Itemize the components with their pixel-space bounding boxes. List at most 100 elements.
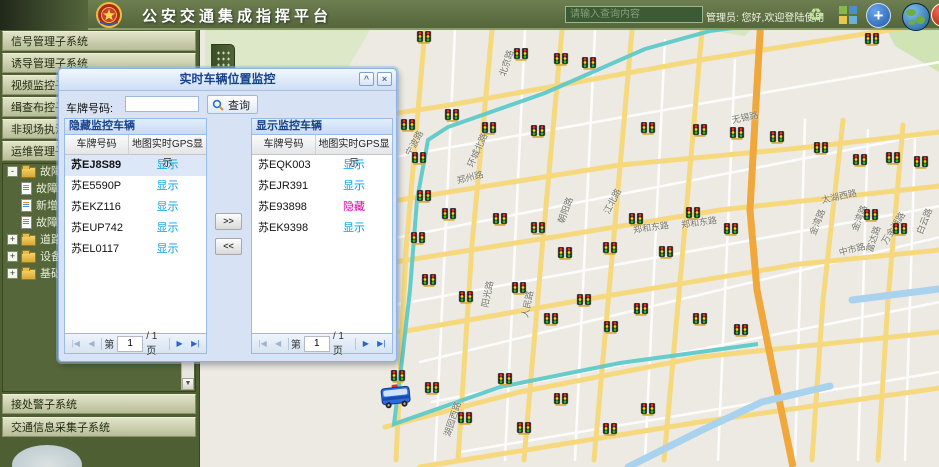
traffic-signal-icon[interactable] <box>511 282 527 300</box>
page-number-input[interactable] <box>117 336 143 352</box>
traffic-signal-icon[interactable] <box>640 122 656 140</box>
table-row[interactable]: 苏E5590P 显示 <box>65 176 206 197</box>
traffic-signal-icon[interactable] <box>685 207 701 225</box>
traffic-signal-icon[interactable] <box>628 213 644 231</box>
traffic-signal-icon[interactable] <box>813 142 829 160</box>
gps-show-link[interactable]: 显示 <box>129 239 206 260</box>
traffic-signal-icon[interactable] <box>733 324 749 342</box>
traffic-signal-icon[interactable] <box>892 223 908 241</box>
traffic-signal-icon[interactable] <box>411 152 427 170</box>
table-row[interactable]: 苏EL0117 显示 <box>65 239 206 260</box>
dialog-collapse-button[interactable]: ^ <box>359 72 374 86</box>
globe-map-icon[interactable] <box>902 3 930 31</box>
traffic-signal-icon[interactable] <box>513 48 529 66</box>
page-prev-icon[interactable]: ◀ <box>84 339 100 348</box>
move-left-button[interactable]: << <box>215 238 242 255</box>
page-last-icon[interactable]: ▶| <box>187 339 203 348</box>
edit-page-icon <box>21 182 32 195</box>
gps-show-link[interactable]: 显示 <box>129 218 206 239</box>
traffic-signal-icon[interactable] <box>481 122 497 140</box>
gps-hide-link[interactable]: 隐藏 <box>316 197 392 218</box>
page-last-icon[interactable]: ▶| <box>374 339 389 348</box>
dialog-close-button[interactable]: × <box>377 72 392 86</box>
traffic-signal-icon[interactable] <box>729 127 745 145</box>
traffic-signal-icon[interactable] <box>416 31 432 49</box>
sidebar-item-signal[interactable]: 信号管理子系统 <box>2 31 196 51</box>
shown-panel-title: 显示监控车辆 <box>252 119 392 135</box>
vehicle-monitor-dialog: 实时车辆位置监控 ^ × 车牌号码: 查询 隐藏监控车辆 车牌号码 地图实时GP… <box>58 68 397 362</box>
gps-show-link[interactable]: 显示 <box>129 197 206 218</box>
traffic-signal-icon[interactable] <box>769 131 785 149</box>
traffic-signal-icon[interactable] <box>692 313 708 331</box>
traffic-signal-icon[interactable] <box>530 125 546 143</box>
traffic-signal-icon[interactable] <box>723 223 739 241</box>
traffic-signal-icon[interactable] <box>692 124 708 142</box>
expand-plus-icon[interactable]: + <box>7 251 18 262</box>
table-row[interactable]: 苏EQK003 显示 <box>252 155 392 176</box>
page-next-icon[interactable]: ▶ <box>172 339 188 348</box>
traffic-signal-icon[interactable] <box>603 321 619 339</box>
page-first-icon[interactable]: |◀ <box>68 339 84 348</box>
table-row[interactable]: 苏EK9398 显示 <box>252 218 392 239</box>
traffic-signal-icon[interactable] <box>885 152 901 170</box>
traffic-signal-icon[interactable] <box>441 208 457 226</box>
traffic-signal-icon[interactable] <box>457 412 473 430</box>
page-number-input[interactable] <box>304 336 330 352</box>
table-row[interactable]: 苏EJ8S89 显示 <box>65 155 206 176</box>
page-first-icon[interactable]: |◀ <box>255 339 270 348</box>
gps-show-link[interactable]: 显示 <box>316 155 392 176</box>
traffic-signal-icon[interactable] <box>416 190 432 208</box>
traffic-signal-icon[interactable] <box>492 213 508 231</box>
layers-grid-icon[interactable] <box>836 3 860 27</box>
traffic-signal-icon[interactable] <box>516 422 532 440</box>
traffic-signal-icon[interactable] <box>913 156 929 174</box>
refresh-recycle-icon[interactable]: ♻ <box>804 3 828 27</box>
page-prev-icon[interactable]: ◀ <box>270 339 285 348</box>
move-right-button[interactable]: >> <box>215 213 242 230</box>
traffic-signal-icon[interactable] <box>852 154 868 172</box>
traffic-signal-icon[interactable] <box>602 242 618 260</box>
traffic-signal-icon[interactable] <box>658 246 674 264</box>
traffic-signal-icon[interactable] <box>581 57 597 75</box>
gps-show-link[interactable]: 显示 <box>129 155 206 176</box>
traffic-signal-icon[interactable] <box>421 274 437 292</box>
traffic-signal-icon[interactable] <box>424 382 440 400</box>
traffic-signal-icon[interactable] <box>557 247 573 265</box>
expand-plus-icon[interactable]: + <box>7 234 18 245</box>
scroll-down-icon[interactable]: ▼ <box>182 378 194 390</box>
sidebar-item-dispatch[interactable]: 接处警子系统 <box>2 394 196 414</box>
traffic-signal-icon[interactable] <box>640 403 656 421</box>
traffic-signal-icon[interactable] <box>497 373 513 391</box>
traffic-signal-icon[interactable] <box>863 209 879 227</box>
global-search-input[interactable] <box>565 6 703 23</box>
police-vehicle-icon[interactable] <box>379 383 414 415</box>
collapse-minus-icon[interactable]: - <box>7 166 18 177</box>
page-next-icon[interactable]: ▶ <box>358 339 373 348</box>
table-row[interactable]: 苏E93898 隐藏 <box>252 197 392 218</box>
table-row[interactable]: 苏EJR391 显示 <box>252 176 392 197</box>
gps-show-link[interactable]: 显示 <box>316 218 392 239</box>
traffic-signal-icon[interactable] <box>444 109 460 127</box>
query-button[interactable]: 查询 <box>207 95 258 114</box>
plate-number-input[interactable] <box>125 96 199 112</box>
traffic-signal-icon[interactable] <box>530 222 546 240</box>
folder-icon <box>21 269 36 280</box>
traffic-signal-icon[interactable] <box>553 53 569 71</box>
expand-plus-icon[interactable]: + <box>7 268 18 279</box>
table-row[interactable]: 苏EKZ116 显示 <box>65 197 206 218</box>
traffic-signal-icon[interactable] <box>602 423 618 441</box>
traffic-signal-icon[interactable] <box>400 119 416 137</box>
table-row[interactable]: 苏EUP742 显示 <box>65 218 206 239</box>
gps-show-link[interactable]: 显示 <box>316 176 392 197</box>
gps-show-link[interactable]: 显示 <box>129 176 206 197</box>
traffic-signal-icon[interactable] <box>458 291 474 309</box>
traffic-signal-icon[interactable] <box>553 393 569 411</box>
traffic-signal-icon[interactable] <box>633 303 649 321</box>
alert-icon[interactable] <box>931 3 939 27</box>
zoom-in-icon[interactable]: + <box>866 3 891 28</box>
traffic-signal-icon[interactable] <box>864 33 880 51</box>
traffic-signal-icon[interactable] <box>410 232 426 250</box>
traffic-signal-icon[interactable] <box>543 313 559 331</box>
sidebar-item-traffic-info[interactable]: 交通信息采集子系统 <box>2 417 196 437</box>
traffic-signal-icon[interactable] <box>576 294 592 312</box>
